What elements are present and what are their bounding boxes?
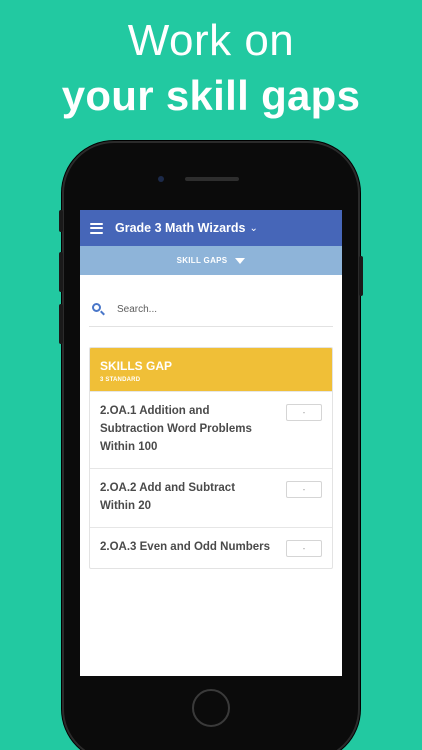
hamburger-menu-icon[interactable] <box>90 222 103 234</box>
card-title: SKILLS GAP <box>100 359 173 373</box>
caret-down-icon <box>235 257 246 264</box>
phone-power-button <box>359 256 363 296</box>
search-icon <box>92 302 106 317</box>
headline: Work on your skill gaps <box>0 14 422 124</box>
skill-gaps-selector[interactable]: SKILL GAPS <box>80 246 342 275</box>
card-header: SKILLS GAP 3 STANDARD <box>90 348 332 391</box>
phone-volume-up <box>59 252 63 292</box>
search-bar[interactable] <box>89 293 333 327</box>
home-button[interactable] <box>192 689 230 727</box>
class-title[interactable]: Grade 3 Math Wizards <box>115 221 245 235</box>
headline-line-2: your skill gaps <box>61 72 361 119</box>
search-input[interactable] <box>117 304 317 315</box>
list-item[interactable]: 2.OA.2 Add and Subtract Within 20 - <box>90 468 332 527</box>
score-badge: - <box>286 540 322 557</box>
headline-line-1: Work on <box>127 16 295 65</box>
score-badge: - <box>286 404 322 421</box>
card-subtitle: 3 STANDARD <box>100 377 141 383</box>
speaker-grille <box>185 177 239 181</box>
skill-gaps-label: SKILL GAPS <box>176 256 228 265</box>
app-screen: Grade 3 Math Wizards ⌄ SKILL GAPS SKILLS… <box>80 210 342 676</box>
chevron-down-icon[interactable]: ⌄ <box>249 223 257 234</box>
phone-mute-switch <box>59 210 63 232</box>
camera-icon <box>158 176 164 182</box>
app-bar: Grade 3 Math Wizards ⌄ <box>80 210 342 246</box>
skill-label: 2.OA.2 Add and Subtract Within 20 <box>100 482 236 512</box>
score-badge: - <box>286 481 322 498</box>
phone-volume-down <box>59 304 63 344</box>
skill-label: 2.OA.1 Addition and Subtraction Word Pro… <box>100 405 252 453</box>
skills-gap-card: SKILLS GAP 3 STANDARD 2.OA.1 Addition an… <box>89 347 333 569</box>
skill-label: 2.OA.3 Even and Odd Numbers <box>100 541 270 553</box>
list-item[interactable]: 2.OA.3 Even and Odd Numbers - <box>90 527 332 568</box>
list-item[interactable]: 2.OA.1 Addition and Subtraction Word Pro… <box>90 391 332 468</box>
